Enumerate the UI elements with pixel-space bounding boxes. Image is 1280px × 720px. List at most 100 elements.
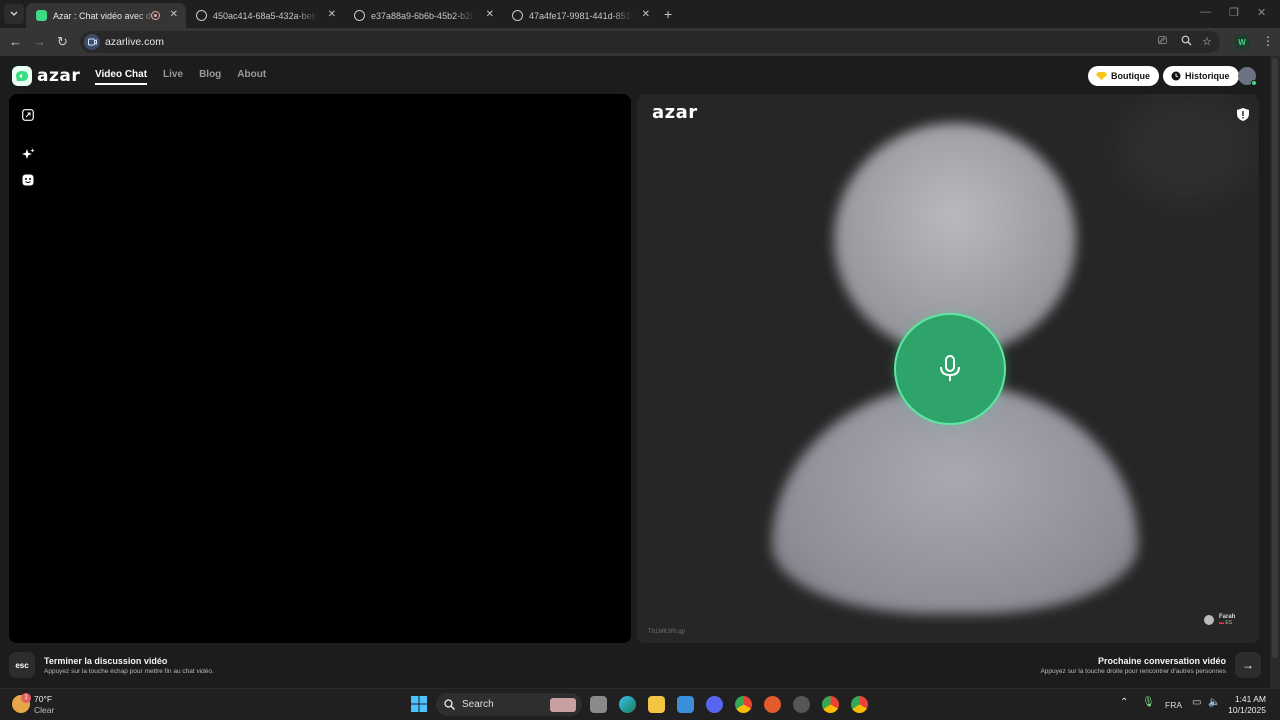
nav-blog[interactable]: Blog	[199, 69, 221, 85]
weather-temperature[interactable]: 70°F	[34, 694, 52, 704]
boutique-button[interactable]: Boutique	[1088, 66, 1159, 86]
remote-azar-logo: azar	[652, 102, 698, 123]
chevron-down-icon	[10, 11, 18, 16]
effects-sparkle-icon[interactable]	[21, 147, 35, 161]
windows-taskbar: 1 70°F Clear Search ⌃ 🎙 FRA ▭ 🔈 1:41 AM …	[0, 688, 1280, 720]
partner-avatar	[1204, 615, 1214, 625]
address-bar[interactable]: azarlive.com ⎚ ☆	[80, 31, 1220, 53]
tab-search-button[interactable]	[4, 4, 24, 24]
close-icon[interactable]: ✕	[642, 9, 650, 20]
report-shield-icon[interactable]	[1237, 108, 1249, 121]
volume-icon[interactable]: 🔈	[1208, 697, 1220, 708]
gem-icon	[1096, 72, 1107, 80]
main-nav: Video Chat Live Blog About	[95, 69, 266, 85]
globe-icon	[512, 10, 523, 21]
azar-page: azar Video Chat Live Blog About Boutique…	[0, 56, 1270, 688]
search-highlight-icon	[550, 697, 576, 712]
network-icon[interactable]: ▭	[1192, 697, 1201, 708]
site-info-icon[interactable]	[84, 34, 100, 50]
tab-2[interactable]: 450ac414-68a5-432a-bebd-dd ✕	[186, 3, 344, 28]
close-icon[interactable]: ✕	[328, 9, 336, 20]
history-button[interactable]: Historique	[1163, 66, 1239, 86]
azar-favicon-icon	[36, 10, 47, 21]
reload-icon[interactable]: ↻	[57, 34, 68, 50]
clock-date: 10/1/2025	[1228, 705, 1266, 715]
end-chat-title: Terminer la discussion vidéo	[44, 656, 168, 666]
page-scrollbar[interactable]: ▲	[1270, 56, 1280, 688]
taskbar-search[interactable]: Search	[436, 693, 582, 716]
history-label: Historique	[1185, 71, 1230, 81]
globe-icon	[354, 10, 365, 21]
azar-logo[interactable]: azar	[12, 66, 80, 86]
tab-title: Azar : Chat vidéo avec de n	[53, 10, 157, 21]
end-chat-button[interactable]: esc	[9, 652, 35, 678]
next-chat-button[interactable]: →	[1235, 652, 1261, 678]
tab-3[interactable]: e37a88a9-6b6b-45b2-b2bc-6a ✕	[344, 3, 502, 28]
forward-icon[interactable]: →	[33, 34, 46, 49]
next-chat-hint: Appuyez sur la touche droite pour rencon…	[1040, 668, 1226, 675]
recorder-icon[interactable]	[764, 696, 781, 713]
zoom-icon[interactable]	[1181, 35, 1192, 49]
partner-country: ▬ ES	[1219, 620, 1235, 626]
search-icon	[444, 699, 455, 710]
task-view-icon[interactable]	[590, 696, 607, 713]
tab-azar[interactable]: Azar : Chat vidéo avec de n ✕	[26, 3, 186, 28]
tab-strip: Azar : Chat vidéo avec de n ✕ 450ac414-6…	[0, 0, 1280, 28]
show-hidden-icons[interactable]: ⌃	[1120, 697, 1128, 708]
browser-toolbar: ← → ↻ azarlive.com ⎚ ☆ W ⋮	[0, 28, 1280, 56]
face-filter-icon[interactable]	[21, 173, 35, 187]
new-tab-button[interactable]: +	[664, 6, 672, 22]
search-label: Search	[462, 699, 494, 710]
cast-icon[interactable]: ⎚	[1158, 35, 1167, 48]
local-video-pane	[9, 94, 631, 643]
edge-icon[interactable]	[619, 696, 636, 713]
online-status-dot	[1251, 80, 1257, 86]
bookmark-star-icon[interactable]: ☆	[1202, 35, 1212, 48]
tab-title: 47a4fe17-9981-441d-8516-6f0	[529, 10, 633, 21]
arrow-right-icon: →	[1242, 658, 1254, 672]
microphone-icon	[940, 355, 960, 381]
boutique-label: Boutique	[1111, 71, 1150, 81]
user-avatar[interactable]	[1238, 67, 1257, 86]
next-chat-title: Prochaine conversation vidéo	[1097, 656, 1226, 666]
video-watermark: Tb1MK3Rt.qp	[648, 629, 686, 635]
scrollbar-thumb[interactable]	[1272, 58, 1278, 658]
app-icon[interactable]	[793, 696, 810, 713]
close-icon[interactable]: ✕	[170, 9, 178, 20]
back-icon[interactable]: ←	[9, 34, 22, 49]
language-indicator[interactable]: FRA	[1165, 700, 1182, 710]
weather-badge: 1	[21, 693, 31, 703]
expand-icon[interactable]	[21, 108, 35, 122]
flag-icon: ▬	[1219, 620, 1224, 626]
partner-info: Farah ▬ ES	[1204, 614, 1235, 626]
microphone-button[interactable]	[894, 313, 1006, 425]
restore-icon[interactable]: ❐	[1229, 6, 1239, 19]
chrome-icon[interactable]	[735, 696, 752, 713]
blurred-background	[1117, 94, 1257, 204]
chrome-profile-2-icon[interactable]	[851, 696, 868, 713]
tab-4[interactable]: 47a4fe17-9981-441d-8516-6f0 ✕	[502, 3, 658, 28]
nav-video-chat[interactable]: Video Chat	[95, 69, 148, 85]
system-clock[interactable]: 1:41 AM 10/1/2025	[1226, 694, 1266, 716]
partner-country-code: ES	[1225, 620, 1233, 626]
url-text: azarlive.com	[105, 36, 164, 48]
microphone-tray-icon[interactable]: 🎙	[1142, 697, 1155, 708]
browser-menu-icon[interactable]: ⋮	[1262, 34, 1274, 48]
window-close-icon[interactable]: ✕	[1257, 6, 1266, 19]
profile-avatar[interactable]: W	[1234, 34, 1250, 50]
clock-time: 1:41 AM	[1234, 694, 1266, 704]
nav-about[interactable]: About	[237, 69, 266, 85]
globe-icon	[196, 10, 207, 21]
windows-start-icon[interactable]	[411, 696, 428, 713]
minimize-icon[interactable]: —	[1200, 6, 1211, 18]
weather-icon[interactable]: 1	[12, 693, 31, 713]
discord-icon[interactable]	[706, 696, 723, 713]
weather-condition[interactable]: Clear	[34, 705, 54, 715]
file-explorer-icon[interactable]	[648, 696, 665, 713]
close-icon[interactable]: ✕	[486, 9, 494, 20]
nav-live[interactable]: Live	[163, 69, 183, 85]
store-icon[interactable]	[677, 696, 694, 713]
tab-title: e37a88a9-6b6b-45b2-b2bc-6a	[371, 10, 475, 21]
chrome-profile-icon[interactable]	[822, 696, 839, 713]
clock-icon	[1171, 71, 1181, 81]
